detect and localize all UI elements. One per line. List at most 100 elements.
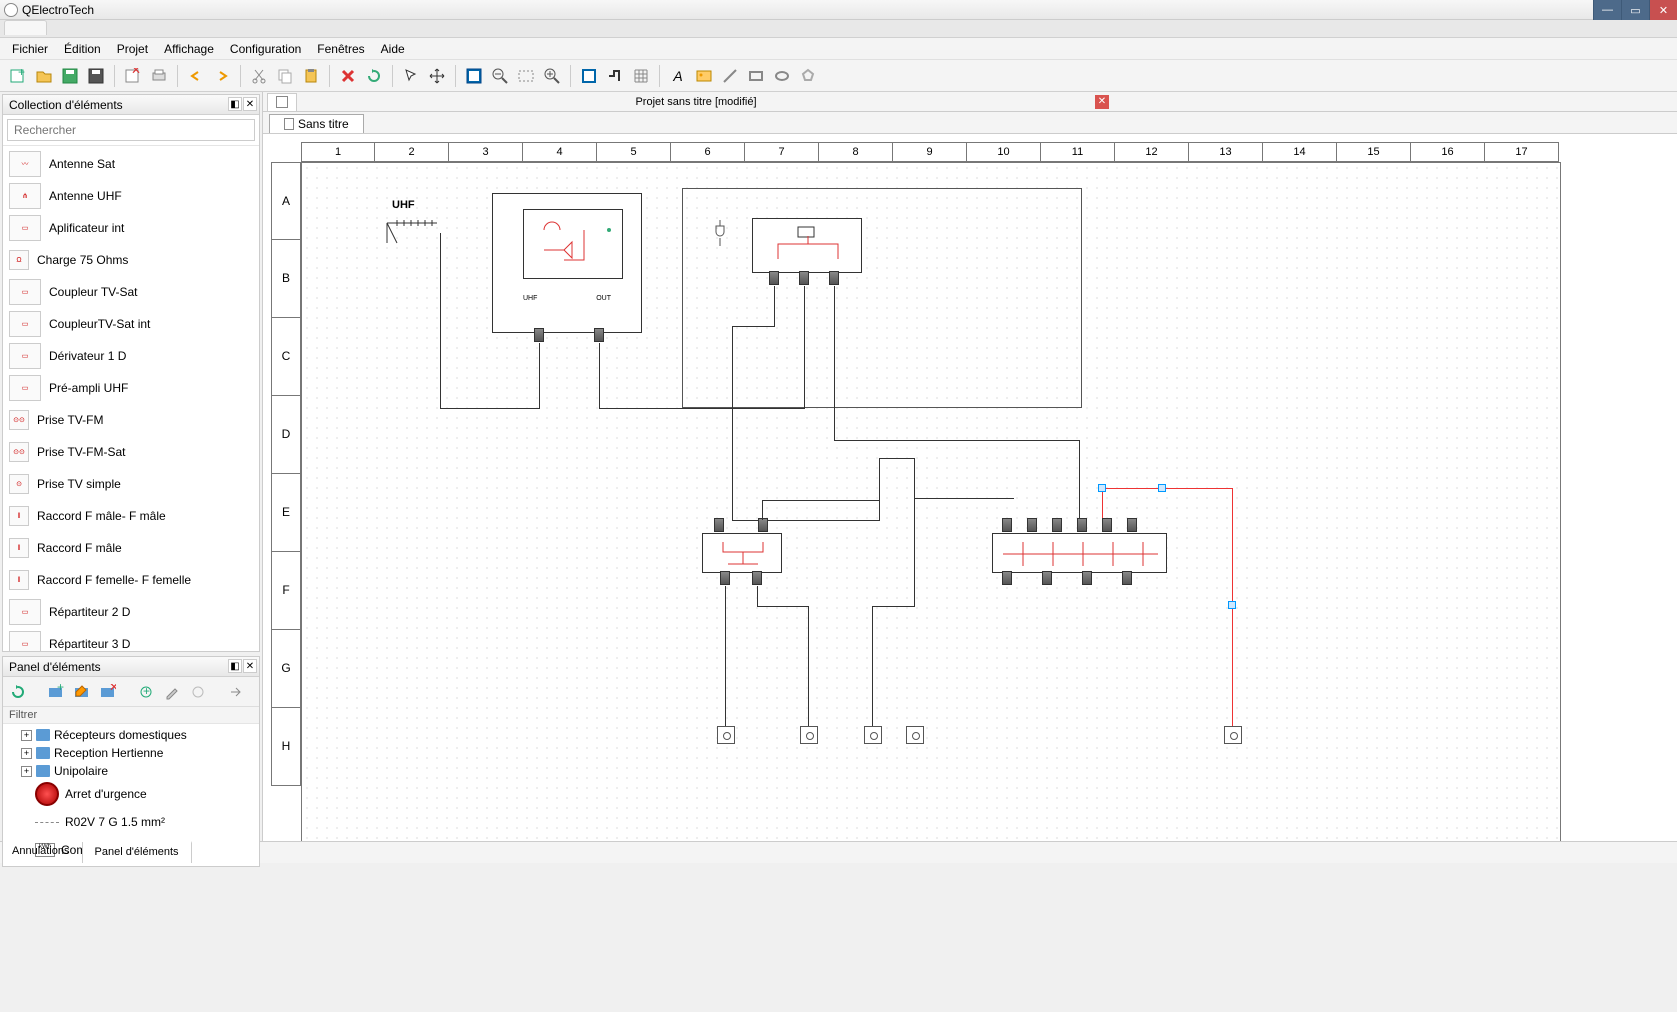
selection-handle[interactable] [1228,601,1236,609]
text-tool-button[interactable]: A [666,64,690,88]
collection-item[interactable]: ⊙Prise TV simple [3,468,259,500]
connector[interactable] [752,571,762,585]
close-project-button[interactable]: ✕ [121,64,145,88]
tv-outlet[interactable] [800,726,818,744]
panel-undock-button[interactable]: ◧ [228,659,242,673]
zoom-fit-button[interactable] [514,64,538,88]
schematic-drawing[interactable]: UHF UHF OUT [301,162,1561,841]
zoom-out-button[interactable] [488,64,512,88]
delete-element-button[interactable] [187,681,209,703]
polygon-tool-button[interactable] [796,64,820,88]
save-button[interactable] [58,64,82,88]
line-tool-button[interactable] [718,64,742,88]
close-project-tab-button[interactable]: ✕ [1095,95,1109,109]
collection-item[interactable]: 〰Antenne Sat [3,148,259,180]
delete-button[interactable] [336,64,360,88]
zoom-in-button[interactable] [540,64,564,88]
connector[interactable] [829,271,839,285]
collection-item[interactable]: ▭Répartiteur 2 D [3,596,259,628]
collection-item[interactable]: ▭Pré-ampli UHF [3,372,259,404]
fit-window-button[interactable] [462,64,486,88]
menu-projet[interactable]: Projet [109,39,156,59]
new-element-button[interactable]: + [135,681,157,703]
connector[interactable] [1027,518,1037,532]
collection-item[interactable]: ⊙⊙Prise TV-FM [3,404,259,436]
collection-item[interactable]: ΩCharge 75 Ohms [3,244,259,276]
collection-item[interactable]: ‖Raccord F mâle [3,532,259,564]
collection-item[interactable]: ▭CoupleurTV-Sat int [3,308,259,340]
reload-button[interactable] [7,681,29,703]
collection-item[interactable]: ▭Répartiteur 3 D [3,628,259,651]
move-tool-button[interactable] [425,64,449,88]
image-tool-button[interactable] [692,64,716,88]
print-button[interactable] [147,64,171,88]
tv-outlet[interactable] [906,726,924,744]
edit-category-button[interactable] [71,681,93,703]
connector[interactable] [594,328,604,342]
distributor-4d-component[interactable] [992,533,1167,573]
bottom-tab-panel-elements[interactable]: Panel d'éléments [83,841,192,863]
menu-aide[interactable]: Aide [373,39,413,59]
splitter-component[interactable] [752,218,862,273]
connector[interactable] [1127,518,1137,532]
menu-edition[interactable]: Édition [56,39,109,59]
connector[interactable] [799,271,809,285]
new-project-button[interactable]: + [6,64,30,88]
new-category-button[interactable]: + [45,681,67,703]
sheet-tab[interactable]: Sans titre [269,114,364,133]
rotate-button[interactable] [362,64,386,88]
connector[interactable] [1052,518,1062,532]
tv-outlet[interactable] [717,726,735,744]
collection-item[interactable]: ▭Aplificateur int [3,212,259,244]
connector[interactable] [1102,518,1112,532]
menu-fichier[interactable]: Fichier [4,39,56,59]
uhf-antenna-symbol[interactable] [382,218,442,248]
distributor-2d-component[interactable] [702,533,782,573]
import-element-button[interactable] [225,681,247,703]
collection-item[interactable]: ‖Raccord F femelle- F femelle [3,564,259,596]
collection-item[interactable]: ⊙⊙Prise TV-FM-Sat [3,436,259,468]
selection-handle[interactable] [1098,484,1106,492]
cut-button[interactable] [247,64,271,88]
tree-leaf[interactable]: Arret d'urgence [7,780,255,808]
tree-item[interactable]: +Récepteurs domestiques [7,726,255,744]
menu-fenetres[interactable]: Fenêtres [309,39,372,59]
tree-item[interactable]: +Reception Hertienne [7,744,255,762]
connector[interactable] [534,328,544,342]
background-tab[interactable] [4,20,47,35]
open-button[interactable] [32,64,56,88]
connector[interactable] [758,518,768,532]
tv-outlet[interactable] [1224,726,1242,744]
element-collection-list[interactable]: 〰Antenne Sat ⋔Antenne UHF ▭Aplificateur … [3,146,259,651]
paste-button[interactable] [299,64,323,88]
select-tool-button[interactable] [399,64,423,88]
collection-item[interactable]: ‖Raccord F mâle- F mâle [3,500,259,532]
undo-button[interactable] [184,64,208,88]
close-button[interactable]: ✕ [1649,0,1677,20]
connector[interactable] [1002,518,1012,532]
amplifier-component[interactable]: UHF OUT [492,193,642,333]
tree-item[interactable]: +Unipolaire [7,762,255,780]
panel-close-button[interactable]: ✕ [243,659,257,673]
connector[interactable] [769,271,779,285]
menu-affichage[interactable]: Affichage [156,39,222,59]
ellipse-tool-button[interactable] [770,64,794,88]
panel-close-button[interactable]: ✕ [243,97,257,111]
maximize-button[interactable]: ▭ [1621,0,1649,20]
connector[interactable] [1082,571,1092,585]
save-as-button[interactable] [84,64,108,88]
project-tab-handle[interactable] [267,93,297,111]
bottom-tab-undo[interactable]: Annulations [0,842,83,863]
conductor-button[interactable] [603,64,627,88]
copy-button[interactable] [273,64,297,88]
minimize-button[interactable]: — [1593,0,1621,20]
selection-handle[interactable] [1158,484,1166,492]
connector[interactable] [1077,518,1087,532]
collection-item[interactable]: ⋔Antenne UHF [3,180,259,212]
collection-item[interactable]: ▭Coupleur TV-Sat [3,276,259,308]
tree-leaf[interactable]: R02V 7 G 1.5 mm² [7,808,255,836]
tv-outlet[interactable] [864,726,882,744]
connector[interactable] [714,518,724,532]
panel-undock-button[interactable]: ◧ [228,97,242,111]
drawing-canvas[interactable]: 1234567891011121314151617 ABCDEFGH UHF [263,134,1677,841]
